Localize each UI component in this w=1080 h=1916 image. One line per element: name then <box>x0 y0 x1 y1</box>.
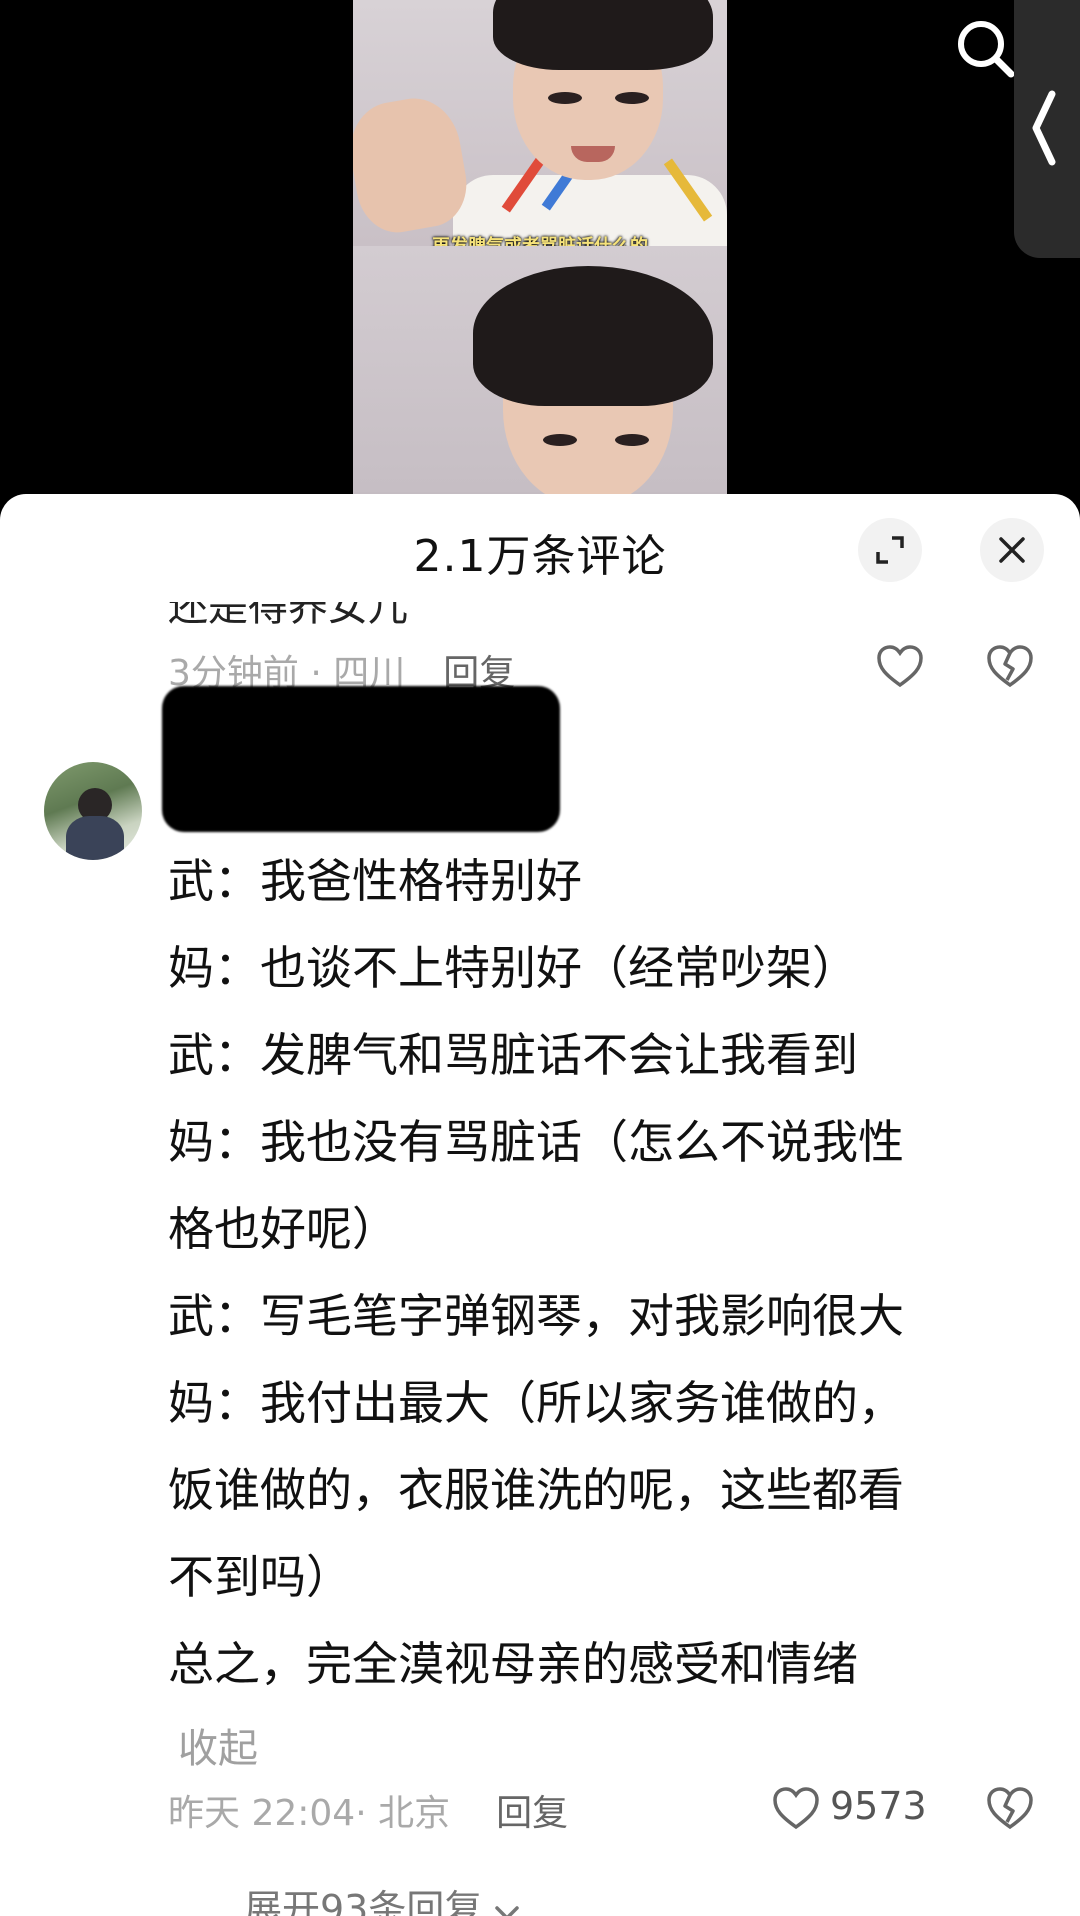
comment-line: 总之，完全漠视母亲的感受和情绪 <box>168 1637 858 1691</box>
collapse-button[interactable]: 收起 <box>178 1716 258 1774</box>
comment-line: 妈：也谈不上特别好（经常吵架） <box>168 941 858 995</box>
comment-line: 武：发脾气和骂脏话不会让我看到 <box>168 1028 858 1082</box>
video-frame-top: 再发脾气或者骂脏话什么的 <box>353 0 727 257</box>
comment-reply-button[interactable]: 回复 <box>496 1793 568 1834</box>
comment-time-location: 昨天 22:04· 北京 <box>168 1793 451 1834</box>
expand-icon <box>876 536 904 564</box>
heart-icon[interactable] <box>876 644 924 688</box>
comment-line: 妈：我也没有骂脏话（怎么不说我性 <box>168 1115 904 1169</box>
comment-line: 妈：我付出最大（所以家务谁做的， <box>168 1376 904 1430</box>
search-button[interactable] <box>955 18 1015 78</box>
redacted-username <box>162 686 560 832</box>
side-panel-tab[interactable] <box>1014 0 1080 258</box>
chevron-left-icon <box>1032 90 1056 166</box>
chevron-down-icon <box>495 1906 520 1916</box>
expand-replies-button[interactable]: 展开93条回复 <box>244 1878 520 1916</box>
comment-line: 饭谁做的，衣服谁洗的呢，这些都看 <box>168 1463 904 1517</box>
broken-heart-icon[interactable] <box>986 644 1034 688</box>
comment-line: 武：我爸性格特别好 <box>168 854 582 908</box>
expand-replies-label: 展开93条回复 <box>244 1887 483 1916</box>
expand-button[interactable] <box>858 518 922 582</box>
comment-line: 武：写毛笔字弹钢琴，对我影响很大 <box>168 1289 904 1343</box>
video-frame: 再发脾气或者骂脏话什么的 <box>353 0 727 500</box>
close-icon <box>999 537 1025 563</box>
heart-icon[interactable] <box>772 1786 820 1830</box>
like-count: 9573 <box>830 1784 927 1828</box>
broken-heart-icon[interactable] <box>986 1786 1034 1830</box>
comment-line: 格也好呢） <box>168 1202 398 1256</box>
close-button[interactable] <box>980 518 1044 582</box>
comment-line: 不到吗） <box>168 1550 352 1604</box>
search-icon <box>958 21 1015 78</box>
avatar[interactable] <box>44 762 142 860</box>
comment-text: 武：我爸性格特别好 妈：也谈不上特别好（经常吵架） 武：发脾气和骂脏话不会让我看… <box>168 838 1028 1708</box>
comment-meta: 昨天 22:04· 北京 回复 <box>168 1784 568 1836</box>
video-frame-bottom <box>353 246 727 500</box>
video-player[interactable]: 再发脾气或者骂脏话什么的 <box>0 0 1080 510</box>
comment-sheet: 2.1万条评论 还是得养女儿 3分钟前 · 四川 回复 武：我爸性格特别好 妈：也… <box>0 494 1080 1916</box>
